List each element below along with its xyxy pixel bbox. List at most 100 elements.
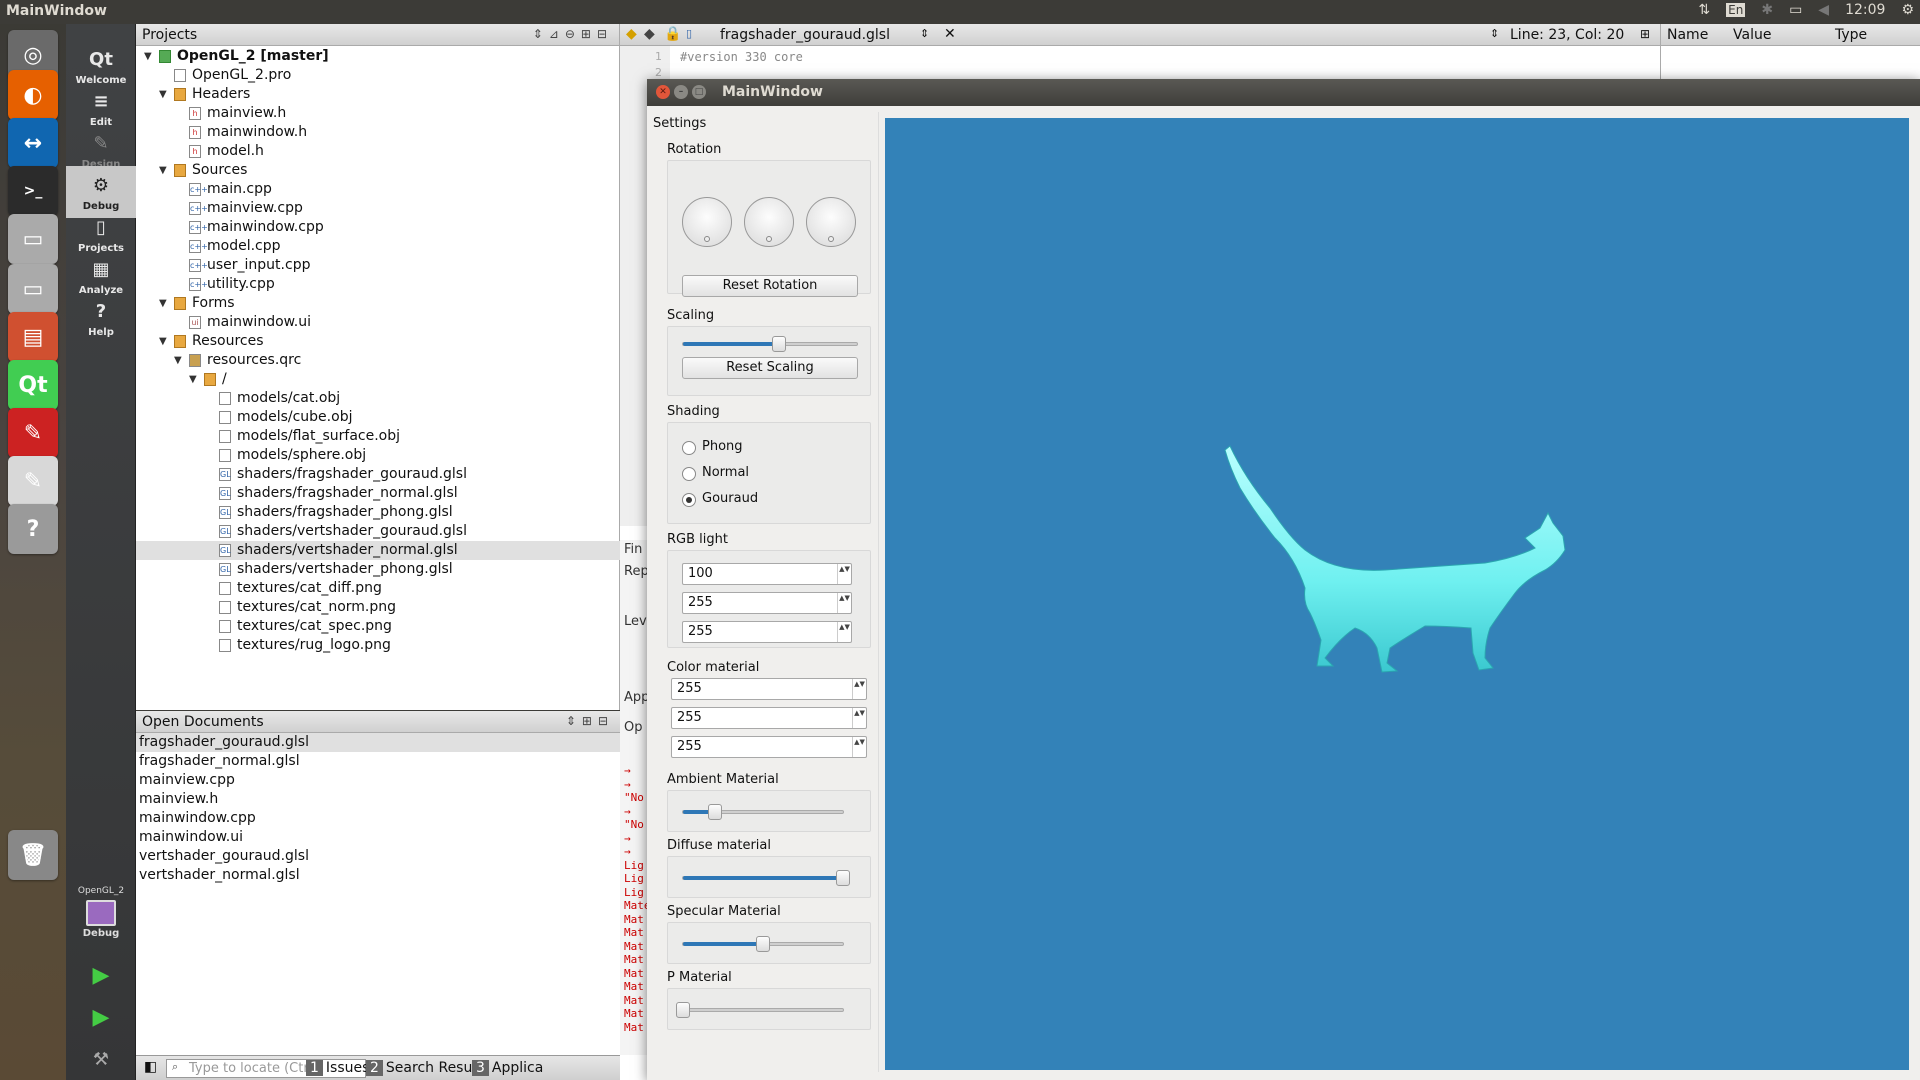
tree-item[interactable]: textures/cat_spec.png [136,617,620,636]
tree-item[interactable]: ▼ / [136,370,620,389]
volume-icon[interactable]: ◀ [1818,2,1829,18]
expand-arrow-icon[interactable]: ▼ [159,294,167,313]
trash-icon[interactable]: 🗑 [8,830,58,880]
tree-item[interactable]: models/flat_surface.obj [136,427,620,446]
run-icon[interactable]: ▶ [86,960,116,990]
expand-arrow-icon[interactable]: ▼ [159,85,167,104]
open-document-item[interactable]: mainwindow.ui [136,828,620,847]
rgb-light-spinbox[interactable]: 255 ▲▼ [682,592,852,614]
tree-item[interactable]: h mainview.h [136,104,620,123]
column-value[interactable]: Value [1733,27,1771,43]
scaling-slider[interactable] [682,336,858,352]
tree-item[interactable]: c++ mainview.cpp [136,199,620,218]
reset-scaling-button[interactable]: Reset Scaling [682,357,858,379]
open-document-item[interactable]: mainview.h [136,790,620,809]
tree-item[interactable]: textures/rug_logo.png [136,636,620,655]
close-window-button[interactable]: ✕ [656,85,670,99]
strip-label[interactable]: App [624,690,649,705]
open-document-item[interactable]: vertshader_normal.glsl [136,866,620,885]
drive-icon-1[interactable]: ▭ [8,214,58,264]
opengl-viewport[interactable] [885,118,1909,1070]
firefox-icon[interactable]: ◐ [8,70,58,120]
spin-arrows-icon[interactable]: ▲▼ [837,593,851,613]
open-document-item[interactable]: fragshader_normal.glsl [136,752,620,771]
rotation-dial-z[interactable] [806,197,856,247]
strip-label[interactable]: Op [624,720,642,735]
ambient-slider[interactable] [682,804,844,820]
color-material-spinbox[interactable]: 255 ▲▼ [671,707,867,729]
close-file-icon[interactable]: ✕ [944,26,956,42]
tree-item[interactable]: c++ model.cpp [136,237,620,256]
rotation-dial-x[interactable] [682,197,732,247]
tree-item[interactable]: GL shaders/fragshader_phong.glsl [136,503,620,522]
tree-item[interactable]: models/cat.obj [136,389,620,408]
network-icon[interactable]: ⇅ [1698,2,1710,18]
tree-item[interactable]: textures/cat_norm.png [136,598,620,617]
tree-item[interactable]: ▼ Forms [136,294,620,313]
build-hammer-icon[interactable]: ⚒ [86,1044,116,1074]
tree-item[interactable]: GL shaders/fragshader_normal.glsl [136,484,620,503]
position-dropdown-icon[interactable]: ⇕ [1490,27,1499,40]
clock[interactable]: 12:09 [1845,2,1885,18]
column-type[interactable]: Type [1835,27,1867,43]
tree-item[interactable]: GL shaders/vertshader_normal.glsl [136,541,620,560]
battery-icon[interactable]: ▭ [1789,2,1802,18]
rgb-light-spinbox[interactable]: 100 ▲▼ [682,563,852,585]
mode-help[interactable]: ? Help [66,292,136,344]
spin-arrows-icon[interactable]: ▲▼ [837,622,851,642]
expand-arrow-icon[interactable]: ▼ [174,351,182,370]
strip-label[interactable]: Rep [624,564,649,579]
expand-arrow-icon[interactable]: ▼ [159,161,167,180]
help-icon[interactable]: ? [8,504,58,554]
strip-label[interactable]: Lev [624,614,647,629]
spin-arrows-icon[interactable]: ▲▼ [852,679,866,699]
nav-forward-icon[interactable]: ◆ [644,26,655,42]
color-material-spinbox[interactable]: 255 ▲▼ [671,678,867,700]
expand-arrow-icon[interactable]: ▼ [189,370,197,389]
split-icon[interactable]: ⊞ [1640,27,1650,41]
reset-rotation-button[interactable]: Reset Rotation [682,275,858,297]
keyboard-layout[interactable]: En [1726,3,1746,17]
minimize-window-button[interactable]: – [674,85,688,99]
debug-run-icon[interactable]: ▶ [86,1002,116,1032]
text-editor-icon[interactable]: ✎ [8,456,58,506]
rotation-dial-y[interactable] [744,197,794,247]
tree-item[interactable]: c++ main.cpp [136,180,620,199]
open-document-item[interactable]: fragshader_gouraud.glsl [136,733,620,752]
tree-item[interactable]: ▼ Sources [136,161,620,180]
color-material-spinbox[interactable]: 255 ▲▼ [671,736,867,758]
expand-arrow-icon[interactable]: ▼ [144,47,152,66]
code-line[interactable]: #version 330 core [680,50,803,64]
tree-item[interactable]: h model.h [136,142,620,161]
spin-arrows-icon[interactable]: ▲▼ [852,708,866,728]
tree-item[interactable]: GL shaders/vertshader_gouraud.glsl [136,522,620,541]
tree-item[interactable]: OpenGL_2.pro [136,66,620,85]
kit-selector-icon[interactable] [86,900,116,926]
open-document-item[interactable]: mainwindow.cpp [136,809,620,828]
output-tab-search-results[interactable]: 2 Search Results [366,1060,489,1076]
nav-back-icon[interactable]: ◆ [626,26,637,42]
tree-item[interactable]: c++ utility.cpp [136,275,620,294]
column-name[interactable]: Name [1667,27,1708,43]
toggle-sidebar-icon[interactable]: ◧ [144,1059,157,1075]
bluetooth-icon[interactable]: ✱ [1761,2,1773,18]
spin-arrows-icon[interactable]: ▲▼ [837,564,851,584]
pdf-viewer-icon[interactable]: ✎ [8,408,58,458]
files-icon[interactable]: ▤ [8,312,58,362]
tree-item[interactable]: GL shaders/vertshader_phong.glsl [136,560,620,579]
output-tab-issues[interactable]: 1 Issues [306,1060,369,1076]
rgb-light-spinbox[interactable]: 255 ▲▼ [682,621,852,643]
panel-controls[interactable]: ⇕⊞⊟ [566,714,614,728]
tree-item[interactable]: ▼ OpenGL_2 [master] [136,47,620,66]
specular-slider[interactable] [682,936,844,952]
tree-item[interactable]: h mainwindow.h [136,123,620,142]
tree-item[interactable]: ▼ resources.qrc [136,351,620,370]
drive-icon-2[interactable]: ▭ [8,264,58,314]
tree-item[interactable]: ▼ Headers [136,85,620,104]
tree-item[interactable]: models/cube.obj [136,408,620,427]
panel-controls[interactable]: ⇕⊿⊖⊞⊟ [533,27,613,41]
maximize-window-button[interactable]: □ [692,85,706,99]
tree-item[interactable]: ▼ Resources [136,332,620,351]
open-document-item[interactable]: mainview.cpp [136,771,620,790]
output-tab-applica[interactable]: 3 Applica [472,1060,543,1076]
